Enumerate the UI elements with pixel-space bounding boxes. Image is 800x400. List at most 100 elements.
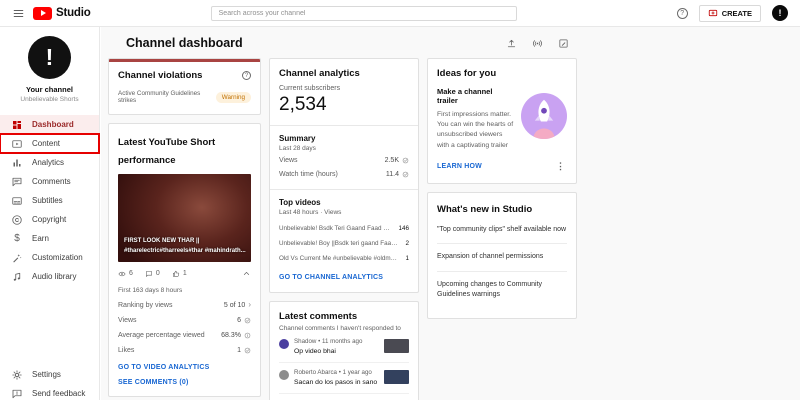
help-icon[interactable]: ? bbox=[676, 7, 688, 19]
whats-new-item[interactable]: "Top community clips" shelf available no… bbox=[437, 217, 567, 245]
channel-avatar[interactable]: ! bbox=[28, 36, 71, 79]
create-label: CREATE bbox=[721, 8, 752, 18]
sidebar-item-label: Send feedback bbox=[32, 389, 86, 398]
short-thumb-title-line1: FIRST LOOK NEW THAR || bbox=[124, 238, 200, 245]
kebab-menu-icon[interactable]: ⋮ bbox=[556, 161, 567, 172]
metric-row-likes: Likes 1 bbox=[109, 343, 260, 358]
sidebar-item-copyright[interactable]: Copyright bbox=[0, 210, 99, 229]
whats-new-card: What's new in Studio "Top community clip… bbox=[427, 191, 577, 319]
youtube-studio-logo[interactable]: Studio bbox=[33, 6, 91, 20]
violations-title: Channel violations bbox=[118, 70, 203, 81]
comment-video-thumbnail[interactable] bbox=[384, 339, 409, 353]
settings-gear-icon bbox=[11, 369, 23, 381]
metric-row-views: Views 6 bbox=[109, 313, 260, 328]
comments-stat: 0 bbox=[145, 270, 160, 278]
whats-new-item[interactable]: Upcoming changes to Community Guidelines… bbox=[437, 272, 567, 309]
check-circle-icon bbox=[244, 317, 251, 324]
comment-meta: Shadow • 11 months ago bbox=[294, 338, 363, 345]
sidebar-footer: Settings Send feedback bbox=[0, 365, 99, 400]
channel-analytics-card: Channel analytics Current subscribers 2,… bbox=[269, 58, 419, 293]
comments-subtitle: Channel comments I haven't responded to bbox=[279, 325, 401, 332]
metric-row-ranking[interactable]: Ranking by views 5 of 10 › bbox=[109, 297, 260, 313]
upload-video-icon[interactable] bbox=[506, 38, 517, 49]
sidebar-item-earn[interactable]: $ Earn bbox=[0, 229, 99, 248]
edit-icon[interactable] bbox=[558, 38, 569, 49]
commenter-avatar[interactable] bbox=[279, 339, 289, 349]
sidebar-item-label: Settings bbox=[32, 370, 61, 379]
video-plus-icon bbox=[708, 9, 717, 17]
analytics-title: Channel analytics bbox=[279, 68, 360, 79]
sidebar-item-label: Dashboard bbox=[32, 120, 74, 129]
current-subscribers-label: Current subscribers bbox=[279, 85, 341, 92]
top-video-row[interactable]: Unbelievable! Bsdk Teri Gaand Faad dunga… bbox=[279, 221, 409, 236]
ideas-item-body: First impressions matter. You can win th… bbox=[437, 111, 514, 149]
warning-badge: Warning bbox=[215, 91, 251, 103]
latest-comments-title: Latest comments bbox=[279, 311, 358, 322]
youtube-studio-app: Studio ? CREATE ! ! Your channel Unbelie… bbox=[0, 0, 800, 400]
ideas-title: Ideas for you bbox=[437, 68, 497, 79]
go-to-channel-analytics-link[interactable]: GO TO CHANNEL ANALYTICS bbox=[279, 266, 409, 283]
top-video-row[interactable]: Old Vs Current Me #unbelievable #oldme #… bbox=[279, 251, 409, 266]
comments-icon bbox=[11, 176, 23, 188]
account-avatar[interactable]: ! bbox=[772, 5, 788, 21]
sidebar-menu: Dashboard Content Analytics Comments Sub… bbox=[0, 115, 100, 286]
short-performance-title: Latest YouTube Short performance bbox=[118, 137, 216, 166]
main-content: Channel dashboard Channel violations ? A… bbox=[101, 27, 800, 400]
commenter-avatar[interactable] bbox=[279, 370, 289, 380]
dashboard-icon bbox=[11, 119, 23, 131]
short-video-thumbnail[interactable]: FIRST LOOK NEW THAR || #tharelectric#tha… bbox=[118, 174, 251, 262]
sidebar-item-subtitles[interactable]: Subtitles bbox=[0, 191, 99, 210]
sidebar-item-comments[interactable]: Comments bbox=[0, 172, 99, 191]
ideas-for-you-card: Ideas for you Make a channel trailer Fir… bbox=[427, 58, 577, 184]
thumbs-up-icon bbox=[172, 270, 179, 277]
search-input[interactable] bbox=[210, 5, 517, 21]
sidebar-item-label: Analytics bbox=[32, 158, 65, 167]
learn-how-link[interactable]: LEARN HOW bbox=[437, 163, 482, 170]
sidebar-item-analytics[interactable]: Analytics bbox=[0, 153, 99, 172]
top-video-row[interactable]: Unbelievable! Boy ||Bsdk teri gaand Faad… bbox=[279, 236, 409, 251]
comment-video-thumbnail[interactable] bbox=[384, 370, 409, 384]
youtube-logo-icon bbox=[33, 6, 52, 20]
sidebar-item-dashboard[interactable]: Dashboard bbox=[0, 115, 99, 134]
summary-row-views: Views 2.5K bbox=[279, 152, 409, 166]
comment-meta: Roberto Abarca • 1 year ago bbox=[294, 369, 372, 376]
comment-row: Roberto Abarca • 1 year ago Sacan do los… bbox=[279, 363, 409, 394]
violations-help-icon[interactable]: ? bbox=[242, 71, 251, 80]
go-live-icon[interactable] bbox=[532, 38, 543, 49]
collapse-chevron-icon[interactable] bbox=[242, 269, 251, 278]
rocket-illustration bbox=[521, 93, 567, 139]
channel-name: Your channel bbox=[26, 85, 73, 94]
views-icon bbox=[118, 271, 126, 276]
analytics-icon bbox=[11, 157, 23, 169]
short-thumb-title-line2: #tharelectric#tharreels#thar #mahindrath… bbox=[124, 247, 246, 254]
sidebar-item-content[interactable]: Content bbox=[0, 133, 100, 154]
hamburger-menu-icon[interactable] bbox=[12, 7, 25, 20]
sidebar-item-label: Audio library bbox=[32, 272, 77, 281]
topbar: Studio ? CREATE ! bbox=[0, 0, 800, 27]
check-circle-icon bbox=[244, 347, 251, 354]
customization-icon bbox=[11, 252, 23, 264]
go-to-video-analytics-link[interactable]: GO TO VIDEO ANALYTICS bbox=[109, 358, 260, 373]
comment-row: TASPIYAL_04 • 1 year ago Opppppppppppppp… bbox=[279, 394, 409, 400]
rocket-icon bbox=[533, 99, 555, 139]
sidebar-item-label: Copyright bbox=[32, 215, 67, 224]
check-circle-icon bbox=[402, 157, 409, 164]
earn-icon: $ bbox=[14, 232, 20, 244]
video-age-label: First 163 days 8 hours bbox=[118, 287, 183, 294]
channel-block: ! Your channel Unbelievable Shorts bbox=[0, 27, 99, 111]
info-circle-icon bbox=[244, 332, 251, 339]
sidebar-item-audio-library[interactable]: Audio library bbox=[0, 267, 99, 286]
whats-new-item[interactable]: Expansion of channel permissions bbox=[437, 244, 567, 272]
sidebar-item-customization[interactable]: Customization bbox=[0, 248, 99, 267]
summary-period: Last 28 days bbox=[279, 145, 316, 152]
copyright-icon bbox=[11, 214, 23, 226]
create-button[interactable]: CREATE bbox=[698, 4, 761, 22]
audio-library-icon bbox=[11, 271, 23, 283]
sidebar-item-send-feedback[interactable]: Send feedback bbox=[0, 384, 99, 400]
see-comments-link[interactable]: SEE COMMENTS (0) bbox=[109, 373, 260, 396]
summary-row-watch-time: Watch time (hours) 11.4 bbox=[279, 166, 409, 180]
sidebar-item-settings[interactable]: Settings bbox=[0, 365, 99, 384]
violations-row-label: Active Community Guidelines strikes bbox=[118, 90, 201, 104]
sidebar-item-label: Comments bbox=[32, 177, 71, 186]
views-stat: 6 bbox=[118, 270, 133, 278]
